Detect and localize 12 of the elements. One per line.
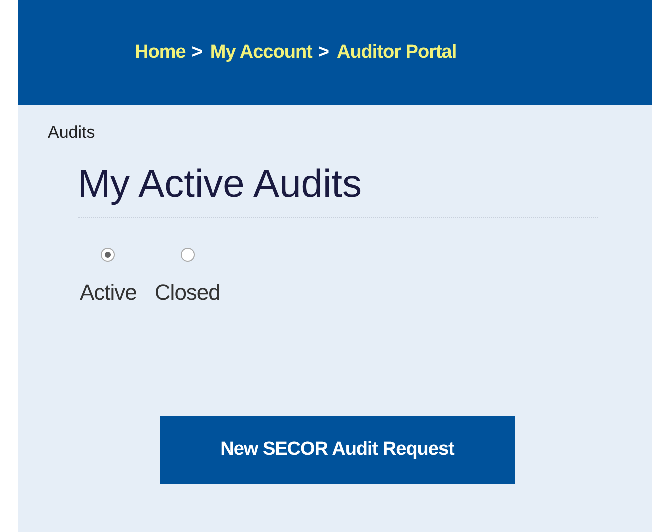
radio-button[interactable] bbox=[180, 248, 195, 262]
page-heading: My Active Audits bbox=[78, 163, 598, 218]
new-audit-request-button[interactable]: New SECOR Audit Request bbox=[160, 416, 515, 484]
breadcrumb-link[interactable]: My Account bbox=[210, 42, 312, 64]
section-label: Audits bbox=[47, 122, 96, 143]
breadcrumb-separator: > bbox=[192, 42, 202, 64]
radio-label[interactable]: Active bbox=[80, 280, 137, 306]
breadcrumb-separator: > bbox=[318, 42, 329, 64]
breadcrumb-link[interactable]: Auditor Portal bbox=[336, 42, 457, 64]
breadcrumb-link[interactable]: Home bbox=[135, 42, 186, 64]
radio-label[interactable]: Closed bbox=[154, 280, 220, 306]
radio-button[interactable] bbox=[101, 248, 116, 262]
